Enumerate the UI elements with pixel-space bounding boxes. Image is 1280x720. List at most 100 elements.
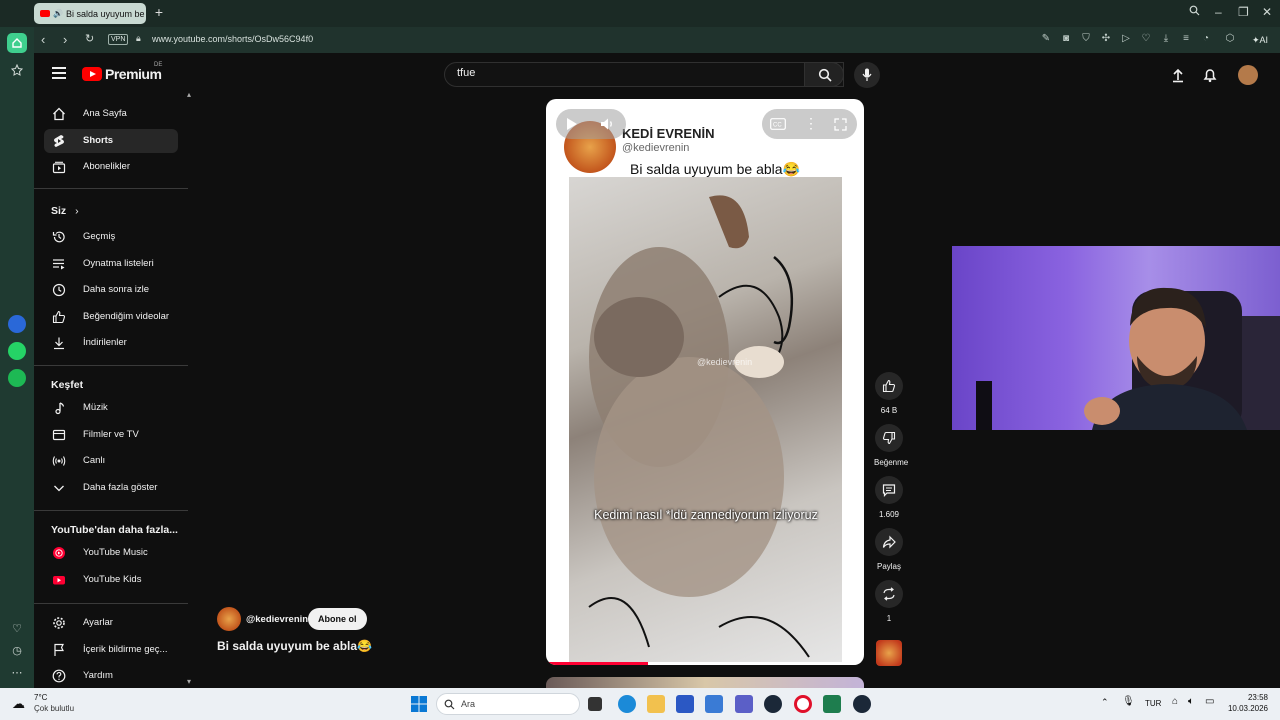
short-video-frame[interactable]: @kedievrenin — [569, 177, 842, 662]
history-clock-icon[interactable]: ◷ — [7, 640, 27, 660]
forward-icon[interactable]: › — [63, 32, 67, 47]
nav-item-live[interactable]: Canlı — [44, 449, 178, 473]
nav-item-watch-later[interactable]: Daha sonra izle — [44, 278, 178, 302]
camera-icon[interactable]: ◙ — [1060, 33, 1072, 45]
weather-temperature[interactable]: 7°C — [34, 693, 47, 702]
teams-icon[interactable] — [735, 695, 753, 713]
steam-icon[interactable] — [764, 695, 782, 713]
nav-item-downloads[interactable]: İndirilenler — [44, 331, 178, 355]
url-field[interactable]: www.youtube.com/shorts/OsDw56C94f0 — [152, 34, 313, 44]
short-player[interactable]: KEDİ EVRENİN @kedievrenin Bi salda uyuyu… — [546, 99, 864, 665]
outlook-icon[interactable] — [705, 695, 723, 713]
opera-taskbar-icon[interactable] — [794, 695, 812, 713]
edit-icon[interactable]: ✎ — [1040, 33, 1052, 45]
edge-icon[interactable] — [618, 695, 636, 713]
nav-item-help[interactable]: Yardım — [44, 664, 178, 688]
remix-button[interactable] — [875, 580, 903, 608]
channel-avatar[interactable] — [217, 607, 241, 631]
reload-icon[interactable]: ↻ — [85, 32, 94, 45]
taskbar-clock[interactable]: 23:58 10.03.2026 — [1226, 693, 1268, 713]
speaker-icon[interactable]: 🔊 — [53, 9, 63, 18]
extensions-icon[interactable]: ✣ — [1100, 33, 1112, 45]
channel-handle[interactable]: @kedievrenin — [246, 614, 308, 625]
input-language[interactable]: TUR — [1145, 699, 1161, 708]
nav-item-report-history[interactable]: İçerik bildirme geç... — [44, 638, 178, 662]
dislike-button[interactable] — [875, 424, 903, 452]
play-icon[interactable] — [566, 117, 578, 131]
heart-icon[interactable]: ♡ — [7, 618, 27, 638]
spotify-icon[interactable] — [8, 369, 26, 387]
search-button[interactable] — [804, 62, 844, 87]
minimize-icon[interactable]: – — [1215, 5, 1222, 19]
scroll-down-icon[interactable]: ▾ — [187, 677, 191, 686]
like-button[interactable] — [875, 372, 903, 400]
nav-item-playlists[interactable]: Oynatma listeleri — [44, 252, 178, 276]
hamburger-menu-icon[interactable] — [52, 67, 66, 79]
player-icon[interactable]: ▷ — [1120, 33, 1132, 45]
new-tab-button[interactable]: + — [152, 5, 166, 19]
file-explorer-icon[interactable] — [647, 695, 665, 713]
taskbar-search[interactable]: Ara — [436, 693, 580, 715]
youtube-premium-logo[interactable]: Premium DE — [82, 62, 162, 82]
lock-icon[interactable]: 🔒︎ — [136, 33, 141, 44]
volume-icon[interactable] — [600, 117, 616, 131]
nav-item-liked-videos[interactable]: Beğendiğim videolar — [44, 305, 178, 329]
menu-icon[interactable]: ≡ — [1180, 33, 1192, 45]
weather-description[interactable]: Çok bulutlu — [34, 704, 74, 713]
search-tabs-icon[interactable] — [1189, 5, 1200, 19]
captions-icon[interactable]: CC — [770, 118, 786, 130]
tab-active[interactable]: 🔊 Bi salda uyuyum be ab — [34, 3, 146, 24]
fullscreen-icon[interactable] — [834, 118, 847, 131]
heart-outline-icon[interactable]: ♡ — [1140, 33, 1152, 45]
nav-item-youtube-music[interactable]: YouTube Music — [44, 541, 178, 565]
pinboard-icon[interactable] — [7, 60, 27, 80]
audio-source-thumbnail[interactable] — [876, 640, 902, 666]
notifications-bell-icon[interactable] — [1202, 67, 1218, 83]
nav-item-subscriptions[interactable]: Abonelikler — [44, 155, 178, 179]
download-icon[interactable]: ⤓ — [1160, 33, 1172, 45]
scroll-up-icon[interactable]: ▴ — [187, 90, 191, 99]
search-input[interactable] — [457, 67, 777, 79]
tray-chevron-up-icon[interactable]: ⌃ — [1101, 697, 1109, 708]
cube-icon[interactable]: ⬡ — [1224, 33, 1236, 45]
nav-item-show-more[interactable]: Daha fazla göster — [44, 476, 178, 500]
video-progress-bar[interactable] — [546, 662, 864, 665]
nav-item-movies[interactable]: Filmler ve TV — [44, 423, 178, 447]
messenger-icon[interactable] — [8, 315, 26, 333]
vpn-badge[interactable]: VPN — [108, 34, 129, 45]
share-button[interactable] — [875, 528, 903, 556]
nav-item-music[interactable]: Müzik — [44, 396, 178, 420]
microphone-tray-icon[interactable]: 🎙︎ — [1122, 696, 1135, 707]
task-view-icon[interactable] — [588, 697, 602, 711]
close-window-icon[interactable]: ✕ — [1262, 5, 1272, 19]
nav-item-youtube-kids[interactable]: YouTube Kids — [44, 568, 178, 592]
windows-start-icon[interactable] — [411, 696, 427, 712]
ai-button[interactable]: ✦AI — [1252, 31, 1278, 49]
voice-search-button[interactable] — [854, 62, 880, 88]
volume-tray-icon[interactable]: 🔈︎ — [1188, 696, 1194, 707]
comments-button[interactable] — [875, 476, 903, 504]
store-icon[interactable] — [676, 695, 694, 713]
whatsapp-icon[interactable] — [8, 342, 26, 360]
next-short-preview[interactable] — [546, 677, 864, 688]
nav-item-shorts[interactable]: Shorts — [44, 129, 178, 153]
more-dots-icon[interactable]: ⋯ — [7, 662, 27, 682]
network-icon[interactable]: ⌂ — [1172, 696, 1178, 707]
upload-icon[interactable] — [1170, 67, 1186, 83]
battery-icon[interactable]: ▭ — [1205, 696, 1214, 707]
nav-section-you[interactable]: Siz › — [51, 205, 79, 217]
subscribe-button[interactable]: Abone ol — [308, 608, 367, 630]
profile-icon[interactable]: ◔ — [1200, 33, 1212, 45]
weather-cloud-icon[interactable]: ☁︎ — [12, 696, 25, 712]
maximize-icon[interactable]: ❐ — [1238, 5, 1249, 19]
back-icon[interactable]: ‹ — [41, 32, 45, 47]
home-speed-dial-icon[interactable] — [7, 33, 27, 53]
nav-item-home[interactable]: Ana Sayfa — [44, 102, 178, 126]
steam-secondary-icon[interactable] — [853, 695, 871, 713]
shield-icon[interactable]: ⛉ — [1080, 33, 1092, 45]
more-options-icon[interactable]: ⋮ — [804, 115, 818, 132]
user-avatar[interactable] — [1238, 65, 1258, 85]
nav-item-history[interactable]: Geçmiş — [44, 225, 178, 249]
nav-item-settings[interactable]: Ayarlar — [44, 611, 178, 635]
app-icon[interactable] — [823, 695, 841, 713]
